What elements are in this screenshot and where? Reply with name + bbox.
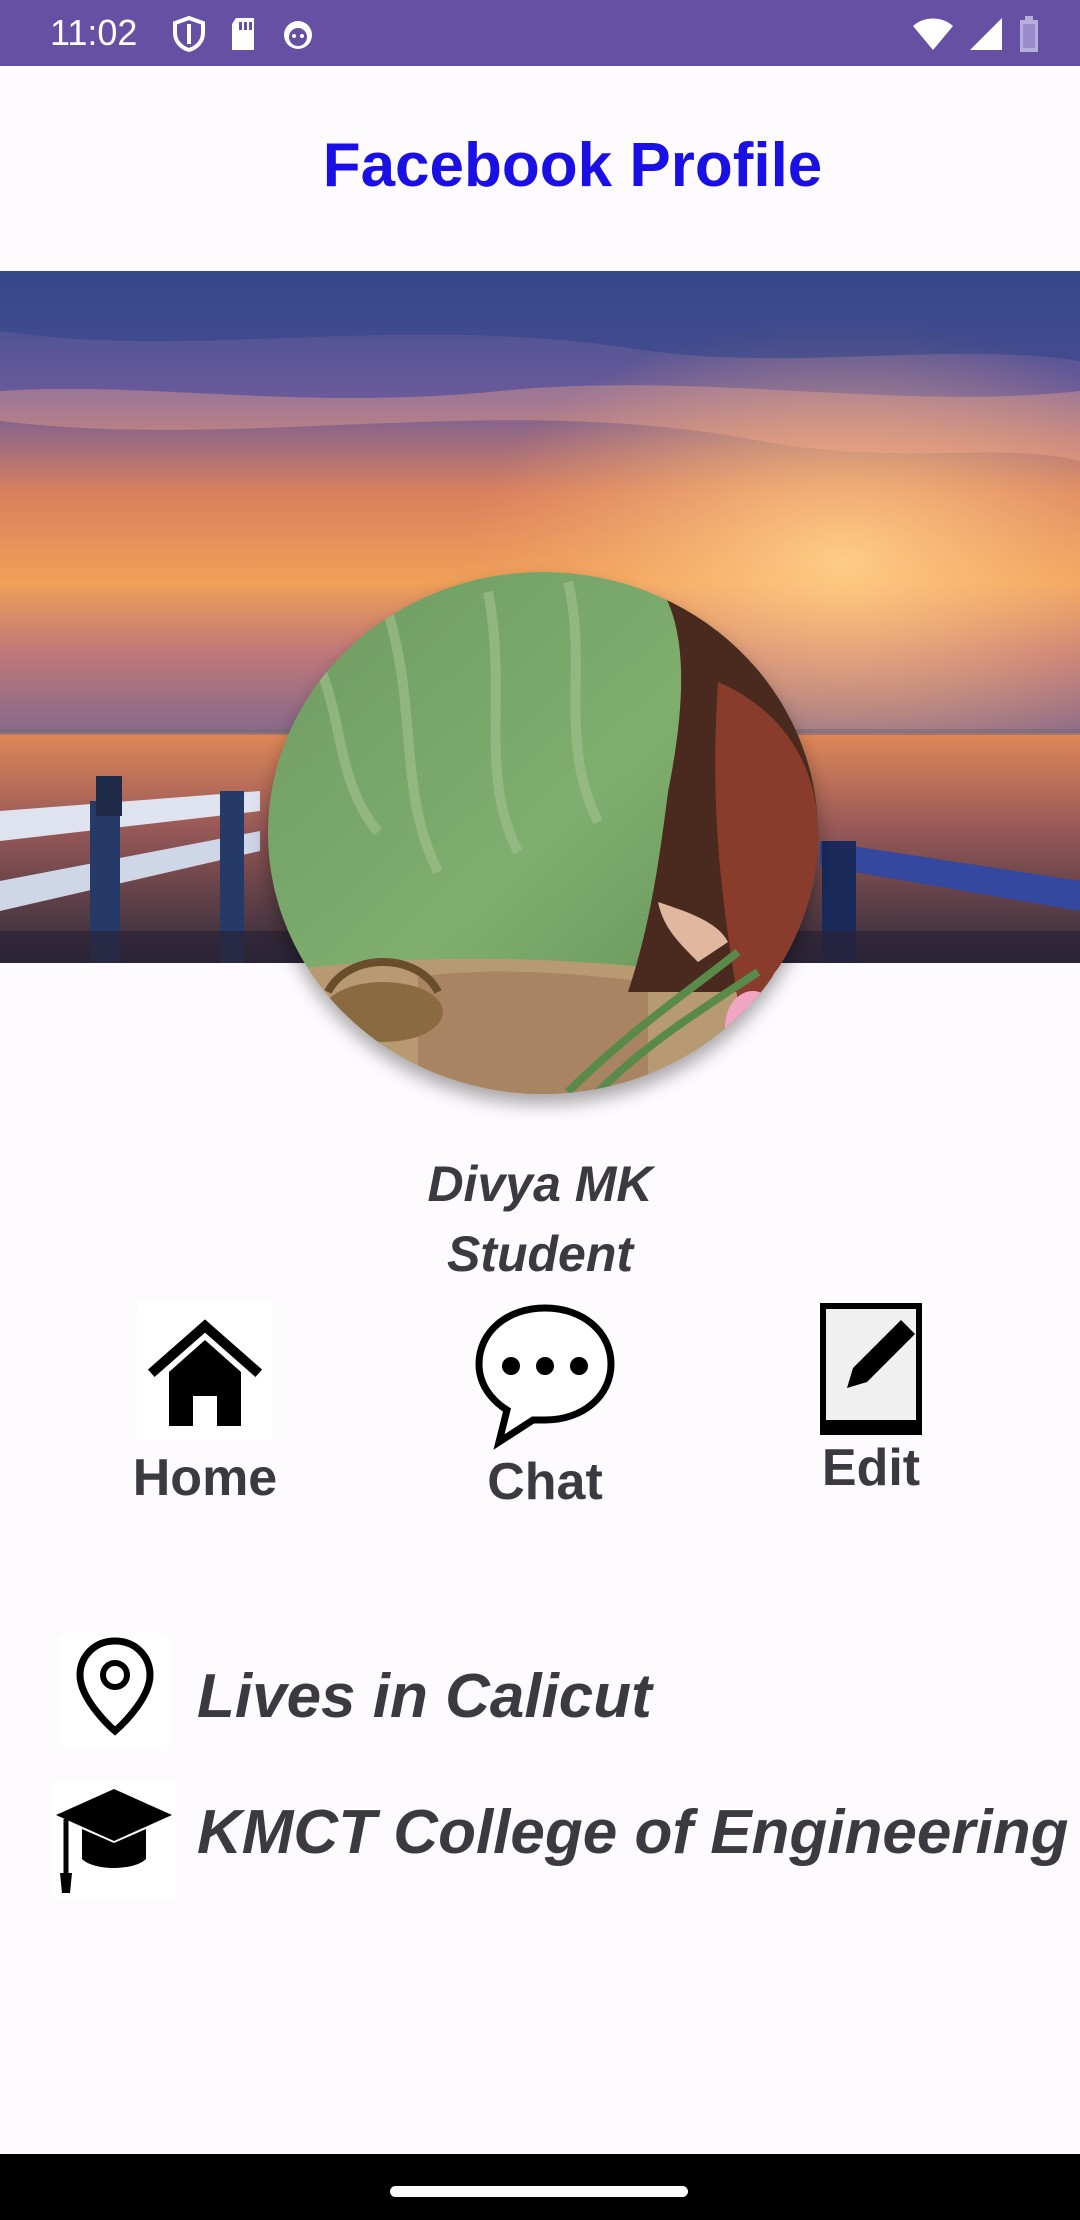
location-pin-icon: [60, 1635, 170, 1749]
edit-label: Edit: [821, 1439, 921, 1497]
profile-role: Student: [446, 1226, 634, 1282]
wifi-icon: [913, 18, 953, 50]
battery-icon: [1020, 16, 1038, 52]
profile-avatar[interactable]: [268, 572, 818, 1094]
chat-label: Chat: [487, 1453, 603, 1511]
chat-icon: [473, 1302, 617, 1450]
info-location-row: Lives in Calicut: [0, 1635, 1080, 1765]
graduation-cap-icon: [52, 1781, 176, 1899]
status-icons-right: [912, 14, 1040, 54]
profile-name: Divya MK: [427, 1156, 653, 1212]
chat-button[interactable]: Chat: [440, 1302, 650, 1512]
info-education-row: KMCT College of Engineering: [0, 1775, 1080, 1905]
location-text: Lives in Calicut: [197, 1662, 652, 1731]
home-icon: [137, 1302, 273, 1440]
signal-icon: [970, 18, 1002, 50]
edit-button[interactable]: Edit: [766, 1302, 976, 1498]
status-bar: 11:02: [0, 0, 1080, 66]
edit-icon: [819, 1302, 923, 1436]
status-time: 11:02: [50, 12, 138, 53]
home-label: Home: [132, 1449, 278, 1507]
status-icons-left: [172, 14, 316, 54]
cat-icon: [284, 21, 312, 49]
shield-icon: [173, 16, 205, 52]
sd-card-icon: [232, 18, 254, 50]
education-text: KMCT College of Engineering: [197, 1798, 1069, 1867]
home-gesture-handle[interactable]: [390, 2186, 688, 2197]
page-title: Facebook Profile: [322, 131, 823, 200]
home-button[interactable]: Home: [100, 1302, 310, 1508]
